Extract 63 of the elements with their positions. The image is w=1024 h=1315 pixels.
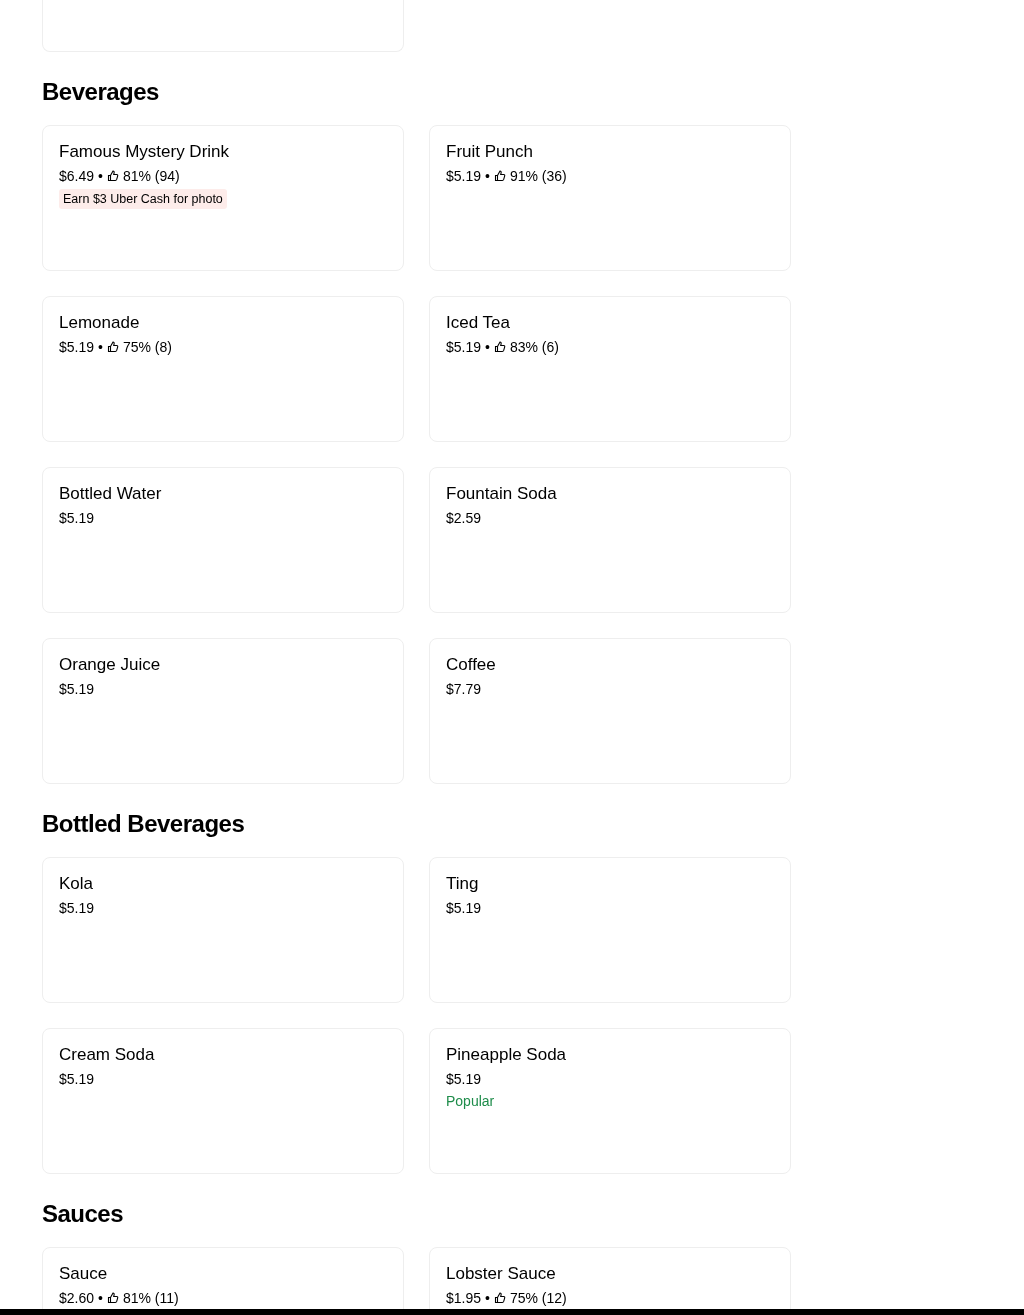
separator-dot: • bbox=[485, 338, 490, 357]
item-price: $2.59 bbox=[446, 509, 482, 528]
menu-item-card[interactable]: Coffee $7.79 bbox=[429, 638, 791, 784]
section-heading: Beverages bbox=[42, 77, 159, 107]
menu-item-card[interactable]: Fountain Soda $2.59 bbox=[429, 467, 791, 613]
item-name: Orange Juice bbox=[59, 654, 161, 676]
item-name: Fruit Punch bbox=[446, 141, 533, 163]
item-name: Fountain Soda bbox=[446, 483, 557, 505]
section-heading: Sauces bbox=[42, 1199, 124, 1229]
item-name: Sauce bbox=[59, 1263, 108, 1285]
item-price: $2.60 bbox=[59, 1289, 95, 1308]
promo-badge: Earn $3 Uber Cash for photo bbox=[59, 189, 227, 209]
item-price: $5.19 bbox=[446, 338, 482, 357]
thumbs-up-icon bbox=[106, 1292, 119, 1304]
menu-item-card[interactable]: Fruit Punch $5.19 • 91% (36) bbox=[429, 125, 791, 271]
thumbs-up-icon bbox=[493, 170, 506, 182]
menu-item-card[interactable]: Bottled Water $5.19 bbox=[42, 467, 404, 613]
item-name: Cream Soda bbox=[59, 1044, 155, 1066]
item-price: $5.19 bbox=[446, 899, 482, 918]
thumbs-up-icon bbox=[106, 341, 119, 353]
item-name: Famous Mystery Drink bbox=[59, 141, 230, 163]
menu-item-card[interactable]: Pineapple Soda $5.19 Popular bbox=[429, 1028, 791, 1174]
item-price: $1.95 bbox=[446, 1289, 482, 1308]
menu-item-card[interactable]: Iced Tea $5.19 • 83% (6) bbox=[429, 296, 791, 442]
item-rating: 81% (94) bbox=[122, 167, 180, 186]
separator-dot: • bbox=[485, 1289, 490, 1308]
menu-item-card[interactable]: Kola $5.19 bbox=[42, 857, 404, 1003]
menu-item-card[interactable]: Cream Soda $5.19 bbox=[42, 1028, 404, 1174]
separator-dot: • bbox=[98, 1289, 103, 1308]
item-price: $5.19 bbox=[59, 1070, 95, 1089]
item-price: $5.19 bbox=[59, 899, 95, 918]
item-rating: 83% (6) bbox=[509, 338, 559, 357]
item-price: $6.49 bbox=[59, 167, 95, 186]
item-name: Bottled Water bbox=[59, 483, 162, 505]
item-price: $5.19 bbox=[59, 509, 95, 528]
section-heading: Bottled Beverages bbox=[42, 809, 245, 839]
item-price: $5.19 bbox=[59, 338, 95, 357]
item-price: $5.19 bbox=[59, 680, 95, 699]
item-rating: 75% (12) bbox=[509, 1289, 567, 1308]
menu-item-card[interactable]: Orange Juice $5.19 bbox=[42, 638, 404, 784]
item-price: $5.19 bbox=[446, 167, 482, 186]
separator-dot: • bbox=[485, 167, 490, 186]
item-rating: 91% (36) bbox=[509, 167, 567, 186]
item-price: $5.19 bbox=[446, 1070, 482, 1089]
item-name: Kola bbox=[59, 873, 94, 895]
item-rating: 75% (8) bbox=[122, 338, 172, 357]
item-name: Lobster Sauce bbox=[446, 1263, 556, 1285]
thumbs-up-icon bbox=[493, 1292, 506, 1304]
separator-dot: • bbox=[98, 338, 103, 357]
item-name: Iced Tea bbox=[446, 312, 510, 334]
separator-dot: • bbox=[98, 167, 103, 186]
item-name: Ting bbox=[446, 873, 479, 895]
menu-item-card[interactable]: Ting $5.19 bbox=[429, 857, 791, 1003]
item-price: $7.79 bbox=[446, 680, 482, 699]
menu-item-card[interactable]: Famous Mystery Drink $6.49 • 81% (94) Earn $3 Uber Cash for photo bbox=[42, 125, 404, 271]
thumbs-up-icon bbox=[106, 170, 119, 182]
item-name: Lemonade bbox=[59, 312, 140, 334]
thumbs-up-icon bbox=[493, 341, 506, 353]
item-name: Coffee bbox=[446, 654, 496, 676]
item-name: Pineapple Soda bbox=[446, 1044, 567, 1066]
popular-tag: Popular bbox=[446, 1091, 495, 1111]
menu-item-card[interactable]: Lemonade $5.19 • 75% (8) bbox=[42, 296, 404, 442]
item-rating: 81% (11) bbox=[122, 1289, 179, 1308]
